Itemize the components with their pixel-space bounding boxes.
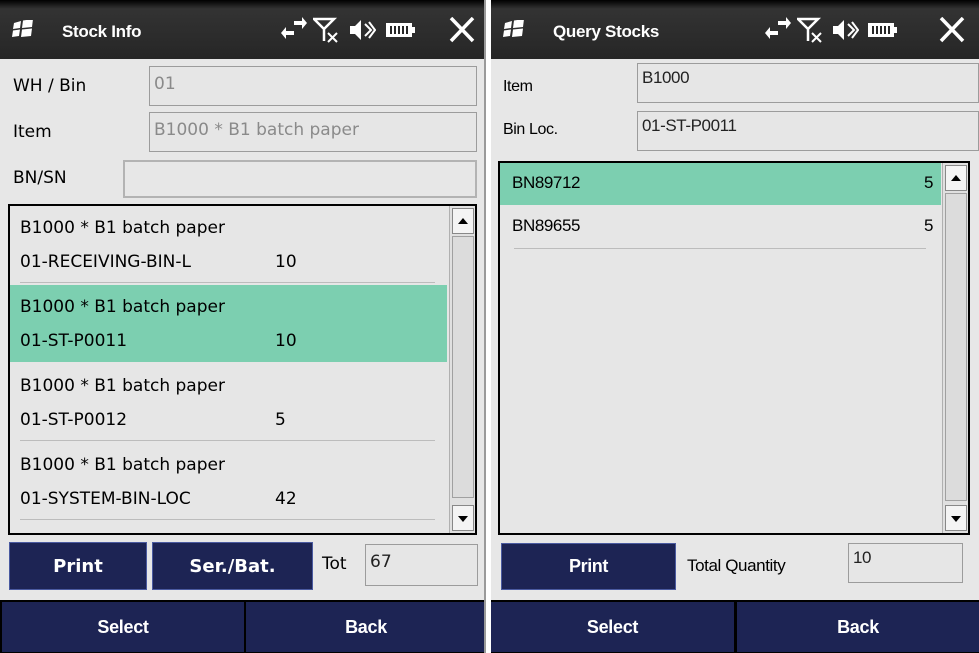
tot-field[interactable]: 67 xyxy=(365,544,478,586)
row-divider xyxy=(514,248,926,249)
list-item[interactable]: B1000 * B1 batch paper 01-SYSTEM-BIN-LOC 4… xyxy=(10,443,447,520)
list-item[interactable]: B1000 * B1 batch paper 01-ST-P0011 10 xyxy=(10,285,447,362)
scroll-down-icon xyxy=(458,516,468,522)
battery-icon[interactable] xyxy=(867,17,899,43)
item-description: B1000 * B1 batch paper xyxy=(20,376,225,396)
item-field[interactable]: B1000 * B1 batch paper xyxy=(149,112,477,152)
print-button[interactable]: Print xyxy=(9,542,147,590)
list-item[interactable]: BN89655 5 xyxy=(500,206,941,248)
scroll-down-icon xyxy=(951,516,961,522)
list-scrollbar[interactable] xyxy=(449,206,475,533)
no-signal-icon[interactable] xyxy=(313,17,341,43)
list-item[interactable]: BN89712 5 xyxy=(500,163,941,205)
back-softkey[interactable]: Back xyxy=(246,602,484,652)
page-title: Stock Info xyxy=(62,22,142,41)
row-divider xyxy=(20,282,435,283)
batch-number: BN89655 xyxy=(512,216,581,235)
print-button[interactable]: Print xyxy=(501,543,676,590)
quantity: 5 xyxy=(275,410,286,430)
tot-label: Tot xyxy=(322,554,347,574)
batch-list[interactable]: BN89712 5 BN89655 5 xyxy=(498,161,970,535)
title-bar: Stock Info xyxy=(0,0,484,59)
bnsn-field[interactable] xyxy=(123,160,477,198)
total-quantity-label: Total Quantity xyxy=(687,556,786,575)
windows-flag-icon[interactable] xyxy=(12,20,34,38)
softkey-bar: Select Back xyxy=(0,600,484,653)
batch-number: BN89712 xyxy=(512,173,581,192)
quantity: 5 xyxy=(923,173,933,192)
close-icon[interactable] xyxy=(938,17,966,43)
wh-bin-label: WH / Bin xyxy=(13,76,87,96)
quantity: 10 xyxy=(275,331,297,351)
total-quantity-field[interactable]: 10 xyxy=(848,543,963,583)
quantity: 42 xyxy=(275,489,297,509)
speaker-icon[interactable] xyxy=(348,17,376,43)
scroll-down-button[interactable] xyxy=(452,505,474,531)
stock-list[interactable]: B1000 * B1 batch paper 01-RECEIVING-BIN-L… xyxy=(8,204,477,535)
bin-location: 01-SYSTEM-BIN-LOC xyxy=(20,489,191,509)
select-softkey[interactable]: Select xyxy=(491,602,734,652)
sync-arrows-icon[interactable] xyxy=(280,17,308,43)
bin-loc-field[interactable]: 01-ST-P0011 xyxy=(637,111,979,151)
battery-icon[interactable] xyxy=(385,17,417,43)
item-label: Item xyxy=(13,122,52,142)
bin-location: 01-ST-P0012 xyxy=(20,410,128,430)
bin-location: 01-RECEIVING-BIN-L xyxy=(20,252,192,272)
scroll-up-icon xyxy=(458,218,468,224)
item-description: B1000 * B1 batch paper xyxy=(20,455,225,475)
bin-loc-label: Bin Loc. xyxy=(503,121,558,138)
select-softkey[interactable]: Select xyxy=(2,602,244,652)
scroll-up-icon xyxy=(951,175,961,181)
softkey-bar: Select Back xyxy=(491,600,979,653)
item-label: Item xyxy=(503,78,533,95)
row-divider xyxy=(20,440,435,441)
sync-arrows-icon[interactable] xyxy=(764,17,792,43)
quantity: 10 xyxy=(275,252,297,272)
close-icon[interactable] xyxy=(448,17,476,43)
page-title: Query Stocks xyxy=(553,22,660,41)
list-item[interactable]: B1000 * B1 batch paper 01-ST-P0012 5 xyxy=(10,364,447,441)
scroll-thumb[interactable] xyxy=(945,193,967,501)
stock-info-screen: Stock Info WH / Bin 01 Item B1000 * B1 b… xyxy=(0,0,486,653)
item-description: B1000 * B1 batch paper xyxy=(20,218,225,238)
wh-bin-field[interactable]: 01 xyxy=(149,66,477,106)
scroll-up-button[interactable] xyxy=(452,208,474,234)
row-divider xyxy=(20,519,435,520)
title-bar: Query Stocks xyxy=(491,0,979,59)
query-stocks-screen: Query Stocks Item B1000 Bin Loc. 01-ST-P… xyxy=(491,0,979,653)
list-scrollbar[interactable] xyxy=(942,163,968,533)
quantity: 5 xyxy=(923,216,933,235)
item-description: B1000 * B1 batch paper xyxy=(20,297,225,317)
back-softkey[interactable]: Back xyxy=(737,602,979,652)
scroll-down-button[interactable] xyxy=(945,505,967,531)
scroll-up-button[interactable] xyxy=(945,165,967,191)
scroll-thumb[interactable] xyxy=(452,236,474,498)
speaker-icon[interactable] xyxy=(831,17,859,43)
list-item[interactable]: B1000 * B1 batch paper 01-RECEIVING-BIN-L… xyxy=(10,206,447,283)
windows-flag-icon[interactable] xyxy=(503,20,525,38)
bnsn-label: BN/SN xyxy=(13,168,67,188)
bin-location: 01-ST-P0011 xyxy=(20,331,128,351)
ser-bat-button[interactable]: Ser./Bat. xyxy=(152,542,313,590)
item-field[interactable]: B1000 xyxy=(637,63,979,103)
no-signal-icon[interactable] xyxy=(797,17,825,43)
